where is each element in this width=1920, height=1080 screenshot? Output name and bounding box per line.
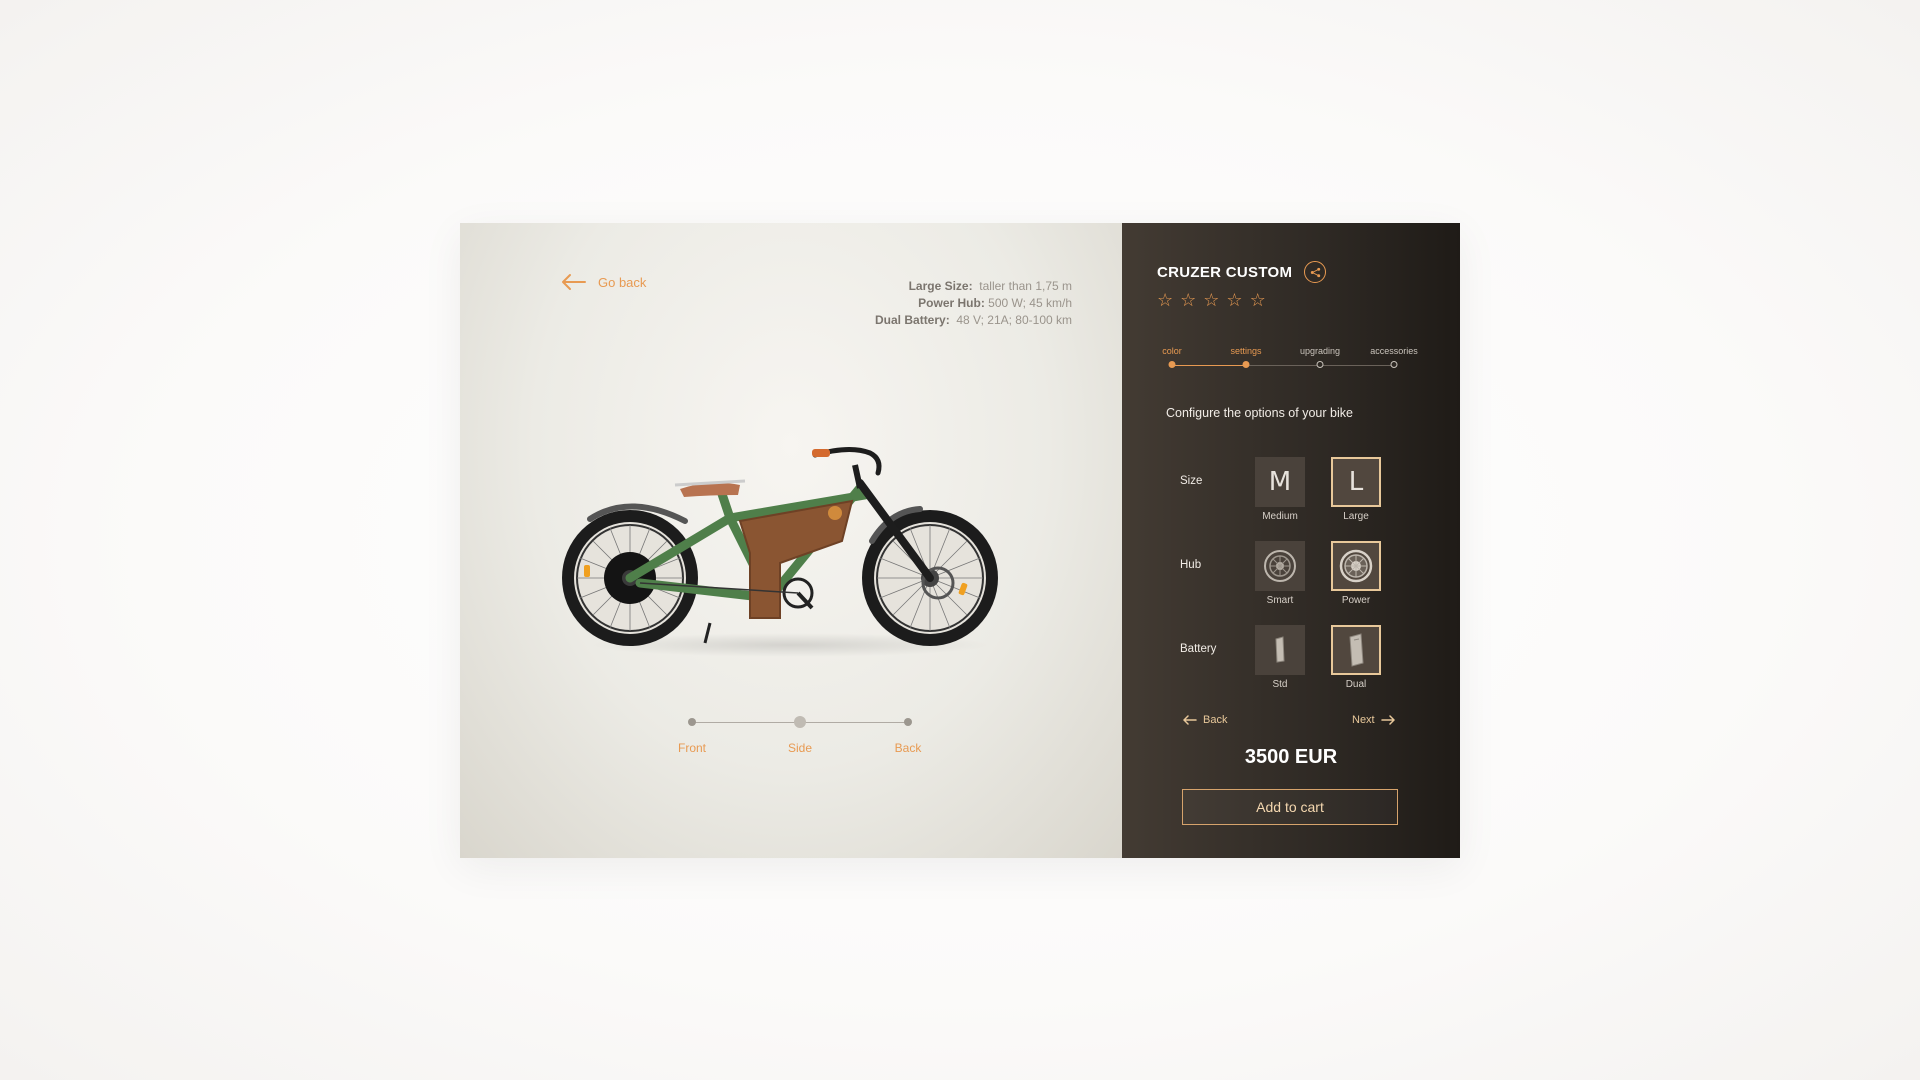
share-icon [1310,267,1320,277]
config-panel: CRUZER CUSTOM ☆ ☆ ☆ ☆ ☆ color settings u [1122,223,1460,858]
hub-motor-icon [1339,549,1373,583]
next-label: Next [1352,714,1375,726]
step-dot[interactable] [1390,361,1398,368]
battery-option-std[interactable]: Std [1255,625,1305,690]
option-caption: Std [1272,679,1288,690]
view-selector: Front Side Back [678,713,922,755]
option-caption: Dual [1345,679,1367,690]
hub-option-row: Hub Smart Power [1180,541,1440,621]
rating-stars: ☆ ☆ ☆ ☆ ☆ [1157,291,1266,309]
star-icon[interactable]: ☆ [1180,291,1196,309]
battery-label: Battery [1180,643,1217,655]
option-caption: Medium [1262,511,1298,522]
step-color[interactable]: color [1162,346,1182,356]
step-settings[interactable]: settings [1230,346,1261,356]
back-button[interactable]: Back [1182,714,1227,726]
arrow-left-icon [1183,715,1197,725]
config-steps: color settings upgrading accessories [1157,346,1418,376]
back-label: Back [1203,714,1228,726]
view-dot-front[interactable] [688,718,696,726]
spec-summary: Large Size: taller than 1,75 m Power Hub… [875,278,1072,329]
price: 3500 EUR [1244,746,1338,768]
bike-image [562,447,998,657]
option-caption: Power [1341,595,1371,606]
spec-line: Power Hub: 500 W; 45 km/h [918,296,1072,310]
spec-line: Large Size: taller than 1,75 m [908,279,1072,293]
arrow-right-icon [1380,715,1395,725]
hub-option-power[interactable]: Power [1331,541,1381,606]
go-back-label: Go back [598,274,647,290]
product-view: Go back Large Size: taller than 1,75 m P… [460,223,1122,858]
view-label-front[interactable]: Front [678,741,706,755]
arrow-left-icon [562,274,586,290]
star-icon[interactable]: ☆ [1157,291,1173,309]
size-label: Size [1180,475,1203,487]
size-m-glyph: M [1268,467,1292,497]
view-label-side[interactable]: Side [788,741,812,755]
option-caption: Large [1343,511,1369,522]
go-back-link[interactable]: Go back [560,273,646,291]
product-title: CRUZER CUSTOM [1157,263,1293,281]
step-dot[interactable] [1242,361,1250,368]
size-option-row: Size M Medium L Large [1180,457,1440,537]
star-icon[interactable]: ☆ [1226,291,1242,309]
size-l-glyph: L [1348,467,1364,497]
battery-icon [1275,636,1285,663]
star-icon[interactable]: ☆ [1203,291,1219,309]
battery-icon [1349,633,1364,667]
battery-option-dual[interactable]: Dual [1331,625,1381,690]
view-label-back[interactable]: Back [895,741,922,755]
star-icon[interactable]: ☆ [1250,291,1266,309]
step-dot[interactable] [1316,361,1324,368]
step-track [1172,365,1246,366]
hub-motor-icon [1264,550,1296,582]
view-dot-back[interactable] [904,718,912,726]
step-upgrading[interactable]: upgrading [1300,346,1340,356]
size-option-medium[interactable]: M Medium [1255,457,1305,522]
configurator-card: Go back Large Size: taller than 1,75 m P… [460,223,1460,858]
size-option-large[interactable]: L Large [1331,457,1381,522]
step-dot[interactable] [1168,361,1176,368]
config-heading: Configure the options of your bike [1166,406,1353,420]
share-button[interactable] [1304,261,1327,283]
spec-line: Dual Battery: 48 V; 21A; 80-100 km [875,313,1072,327]
battery-option-row: Battery Std Dual [1180,625,1440,705]
hub-option-smart[interactable]: Smart [1255,541,1305,606]
title-row: CRUZER CUSTOM [1157,261,1327,283]
option-caption: Smart [1266,595,1294,606]
hub-label: Hub [1180,559,1202,571]
next-button[interactable]: Next [1352,714,1396,726]
add-to-cart-button[interactable]: Add to cart [1182,789,1398,825]
step-accessories[interactable]: accessories [1370,346,1418,356]
view-dot-side[interactable] [794,716,806,728]
